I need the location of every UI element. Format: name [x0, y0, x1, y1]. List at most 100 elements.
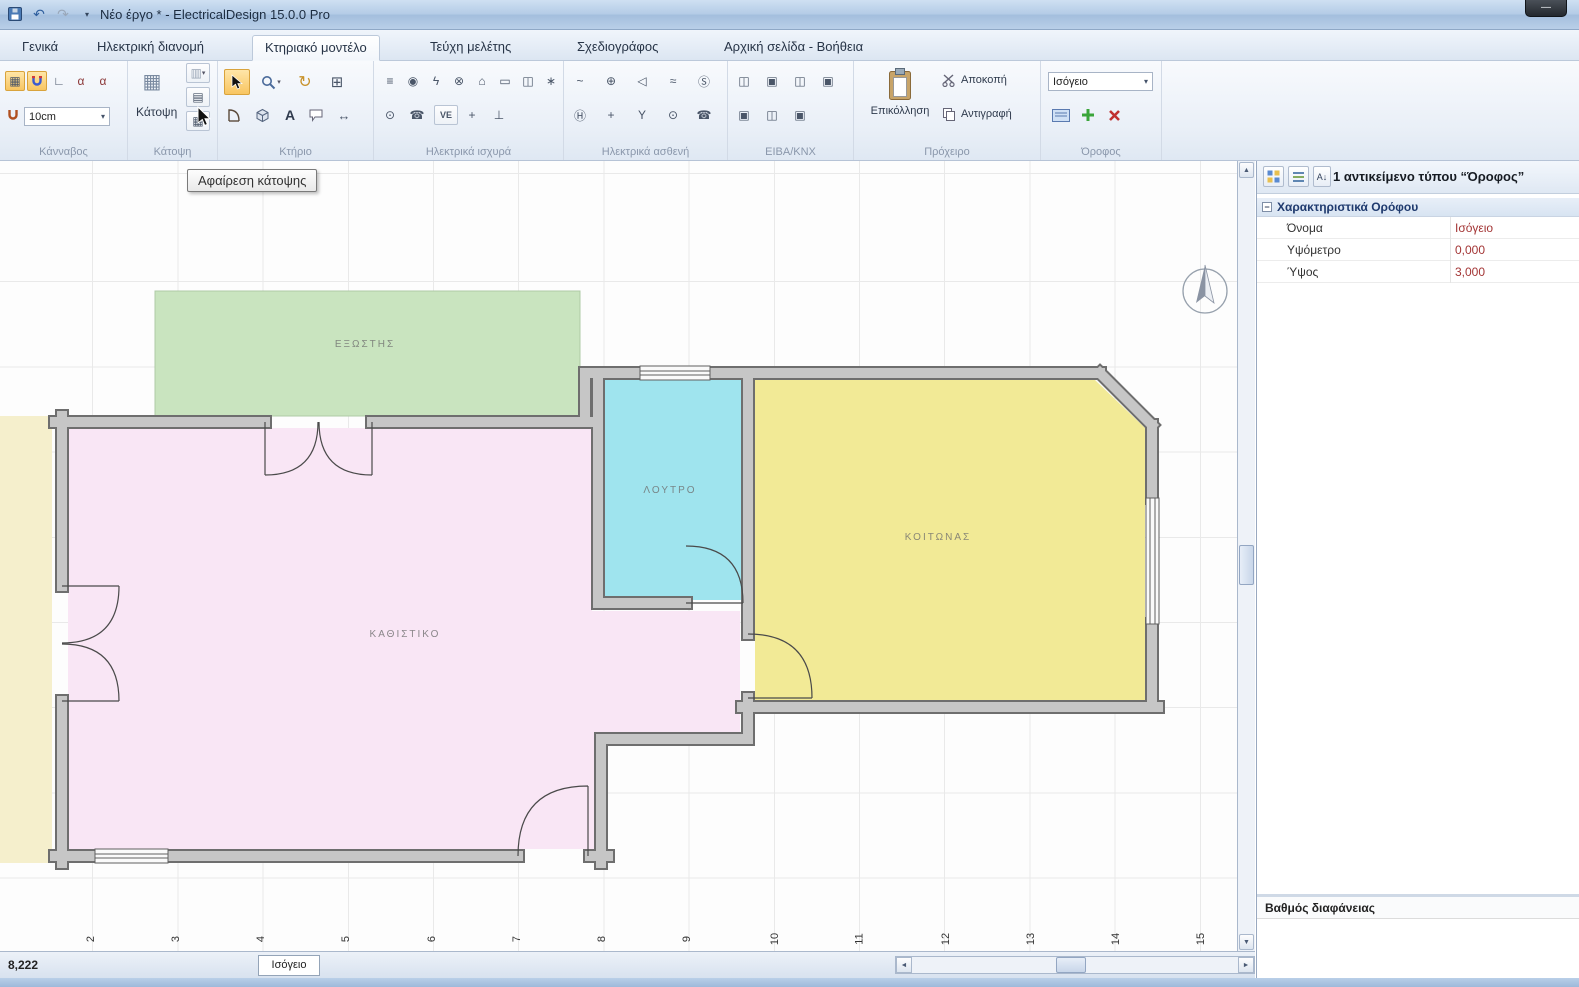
power-fixture-button[interactable]: ⌂ [472, 71, 492, 91]
weak-signal-button[interactable]: ≈ [663, 71, 683, 91]
vertical-scrollbar[interactable]: ▲ ▼ [1237, 161, 1255, 951]
angle-snap-2-button[interactable]: α [93, 71, 113, 91]
knx-module-3-button[interactable]: ◫ [790, 71, 810, 91]
select-tool-button[interactable] [224, 69, 250, 95]
tab-arxiki-selida-voitheia[interactable]: Αρχική σελίδα - Βοήθεια [712, 35, 875, 61]
power-lamp-button[interactable]: ⊗ [449, 71, 469, 91]
weak-s-device-button[interactable]: Ⓢ [694, 71, 714, 91]
power-meter-button[interactable]: ⊙ [380, 105, 400, 125]
drawing-canvas[interactable]: ΕΞΩΣΤΗΣ ΚΑΘΙΣΤΙΚΟ ΛΟΥΤΡΟ ΚΟΙΤΩΝΑΣ Αφαίρε… [0, 161, 1237, 951]
tab-teyxi-meletis[interactable]: Τεύχη μελέτης [418, 35, 523, 61]
sort-alphabetical-button[interactable]: A↓ [1313, 166, 1331, 187]
power-fan-button[interactable]: ∗ [541, 71, 561, 91]
properties-toolbar: A↓ 1 αντικείμενο τύπου “Όροφος” [1257, 161, 1579, 194]
grid-toggle-button[interactable]: ▦ [5, 71, 25, 91]
list-icon [1293, 172, 1304, 182]
clipboard-icon [889, 68, 911, 100]
add-floor-button[interactable] [1078, 105, 1098, 125]
ruler-number: 12 [939, 932, 952, 946]
save-button[interactable] [6, 5, 24, 23]
zoom-tool-button[interactable]: ▾ [256, 69, 286, 95]
power-outlet-button[interactable]: ◫ [518, 71, 538, 91]
categorized-icon [1267, 170, 1280, 183]
minimize-button[interactable]: — [1525, 0, 1567, 17]
quick-access-dropdown[interactable]: ▾ [78, 5, 96, 23]
keypad-tool-button[interactable]: ⊞ [324, 69, 350, 95]
redo-button[interactable]: ↷ [54, 5, 72, 23]
weak-antenna-button[interactable]: Y [632, 105, 652, 125]
paste-button[interactable]: Επικόλληση [868, 65, 932, 145]
ruler-number: 10 [769, 932, 782, 946]
weak-phone-button[interactable]: ☎ [694, 105, 714, 125]
3d-view-button[interactable] [252, 105, 272, 125]
comment-tool-button[interactable] [306, 105, 326, 125]
weak-h-device-button[interactable]: Ⓗ [570, 105, 590, 125]
corner-snap-button[interactable]: ∟ [49, 71, 69, 91]
property-row-elevation[interactable]: Υψόμετρο 0,000 [1257, 239, 1579, 261]
window-title: Νέο έργο * - ElectricalDesign 15.0.0 Pro [100, 7, 330, 22]
copy-icon [943, 108, 955, 121]
copy-button[interactable]: Αντιγραφή [942, 107, 1012, 121]
snap-magnet-button[interactable] [27, 71, 47, 91]
ribbon-group-grid: ▦ ∟ α α 10cm ▾ Κάνναβος [0, 61, 128, 160]
power-lightning-button[interactable]: ϟ [426, 71, 446, 91]
ribbon: ▦ ∟ α α 10cm ▾ Κάνναβος ▦ Κάτοψη ▥ ▾ ▤ Κ… [0, 61, 1579, 161]
knx-module-2-button[interactable]: ▣ [762, 71, 782, 91]
angle-snap-button[interactable]: α [71, 71, 91, 91]
properties-section-header[interactable]: − Χαρακτηριστικά Ορόφου [1257, 198, 1579, 217]
power-ground-button[interactable]: ⊥ [489, 105, 509, 125]
undo-button[interactable]: ↶ [30, 5, 48, 23]
rotate-tool-button[interactable]: ↻ [292, 69, 318, 95]
floorplan-icon-button[interactable]: ▦ [138, 67, 166, 95]
floorplan-button[interactable]: Κάτοψη [136, 105, 177, 119]
power-socket-button[interactable]: ◉ [403, 71, 423, 91]
tab-ilektriki-dianomi[interactable]: Ηλεκτρική διανομή [85, 35, 216, 61]
knx-module-6-button[interactable]: ◫ [762, 105, 782, 125]
window-top [639, 365, 711, 381]
knx-module-7-button[interactable]: ▣ [790, 105, 810, 125]
window-right [1145, 497, 1160, 625]
knx-module-4-button[interactable]: ▣ [818, 71, 838, 91]
weak-clock-button[interactable]: ⊙ [663, 105, 683, 125]
horizontal-scroll-thumb[interactable] [1056, 957, 1086, 973]
power-panel-button[interactable]: ▭ [495, 71, 515, 91]
property-row-name[interactable]: Όνομα Ισόγειο [1257, 217, 1579, 239]
knx-module-1-button[interactable]: ◫ [734, 71, 754, 91]
knx-module-5-button[interactable]: ▣ [734, 105, 754, 125]
power-doc-button[interactable]: ≡ [380, 71, 400, 91]
dimension-tool-button[interactable]: ↔ [334, 105, 354, 125]
scroll-up-button[interactable]: ▲ [1239, 162, 1254, 178]
floor-tab[interactable]: Ισόγειο [258, 955, 320, 976]
weak-wifi-button[interactable]: ~ [570, 71, 590, 91]
vertical-scroll-thumb[interactable] [1239, 545, 1254, 585]
power-phone-button[interactable]: ☎ [407, 105, 427, 125]
floor-edit-button[interactable] [1048, 105, 1074, 125]
list-view-button[interactable] [1288, 166, 1309, 187]
cut-button[interactable]: Αποκοπή [942, 73, 1007, 87]
property-row-height[interactable]: Ύψος 3,000 [1257, 261, 1579, 283]
room-left-strip[interactable] [0, 416, 52, 863]
room-balcony[interactable] [154, 290, 581, 417]
scroll-down-button[interactable]: ▼ [1239, 934, 1254, 950]
collapse-icon[interactable]: − [1262, 202, 1272, 212]
weak-speaker-button[interactable]: ◁ [632, 71, 652, 91]
scroll-right-button[interactable]: ► [1238, 957, 1254, 973]
text-tool-button[interactable]: A [280, 105, 300, 125]
tab-genika[interactable]: Γενικά [10, 35, 70, 61]
tab-ktiriako-montelo[interactable]: Κτηριακό μοντέλο [252, 35, 380, 61]
floorplan-edit-button[interactable]: ▤ [186, 87, 210, 107]
scroll-left-button[interactable]: ◄ [896, 957, 912, 973]
weak-detector-button[interactable]: ⊕ [601, 71, 621, 91]
floor-select[interactable]: Ισόγειο ▾ [1048, 72, 1153, 91]
delete-floor-button[interactable] [1104, 105, 1124, 125]
categorized-view-button[interactable] [1263, 166, 1284, 187]
door-tool-button[interactable] [224, 105, 244, 125]
tab-sxediografos[interactable]: Σχεδιογράφος [565, 35, 670, 61]
grid-spacing-select[interactable]: 10cm ▾ [24, 107, 110, 126]
horizontal-scrollbar[interactable]: ◄ ► [895, 956, 1255, 974]
weak-cross-button[interactable]: + [601, 105, 621, 125]
floorplan-import-button[interactable]: ▥ ▾ [186, 63, 210, 83]
power-junction-button[interactable]: + [462, 105, 482, 125]
chevron-down-icon: ▾ [1143, 77, 1148, 86]
power-ve-box-button[interactable]: VE [434, 105, 458, 125]
